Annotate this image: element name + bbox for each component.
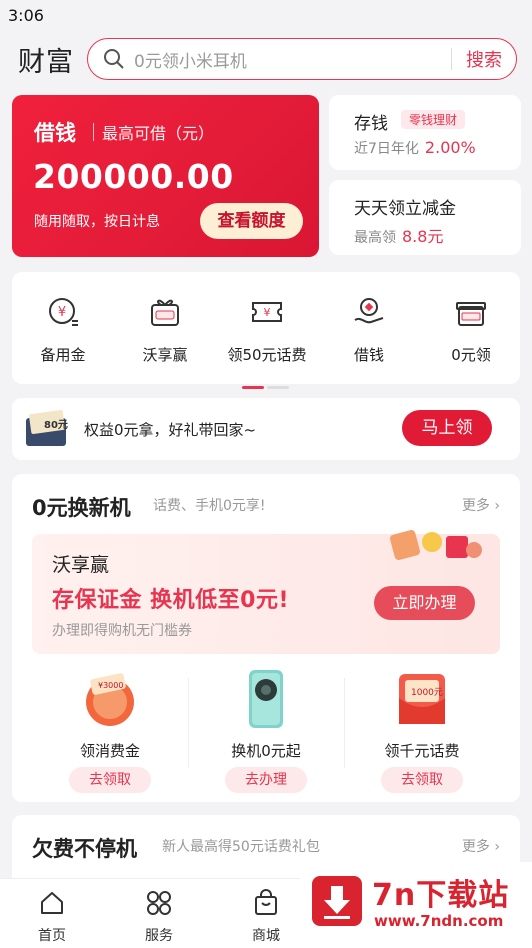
page-dot-active (242, 386, 264, 389)
grid-item-free-claim[interactable]: 0元领 (423, 294, 519, 365)
more-link[interactable]: 更多 › (462, 836, 500, 856)
promo-badge: 80元 (44, 419, 68, 431)
promo-text: 权益0元拿，好礼带回家~ (84, 421, 257, 439)
page-indicator (242, 374, 292, 393)
section-title: 0元换新机 (32, 496, 131, 520)
more-label: 更多 (461, 498, 490, 514)
deposit-card[interactable]: 存钱 零钱理财 近7日年化 2.00% (329, 95, 521, 170)
loan-subtitle: 最高可借（元） (102, 124, 215, 143)
voucher-card-icon: 80元 (26, 409, 68, 446)
woxiangying-banner[interactable]: 沃享赢 存保证金 换机低至0元! 办理即得购机无门槛券 立即办理 (32, 529, 500, 654)
gift-icon (456, 302, 486, 326)
voucher-icon: ¥3000 (86, 673, 134, 726)
claim-now-button[interactable]: 马上领 (402, 410, 492, 446)
yuan-coin-icon: ¥ (49, 298, 78, 326)
search-bar[interactable]: 0元领小米耳机 搜索 (87, 38, 517, 80)
offer-button[interactable]: 去领取 (69, 767, 151, 793)
offers-row: ¥3000 领消费金 去领取 换机0元起 去办理 1000元 领千元话费 去领取 (32, 668, 500, 793)
grid-item-label: 沃享赢 (142, 346, 188, 364)
discount-title: 天天领立减金 (354, 199, 456, 219)
watermark-logo (312, 876, 362, 926)
phone-icon (249, 670, 283, 728)
tab-mall[interactable]: 商城 (236, 889, 296, 945)
loan-amount: 200000.00 (33, 157, 234, 196)
phone-upgrade-section: 0元换新机 话费、手机0元享! 更多 › 沃享赢 存保证金 换机低至0元! 办理… (12, 474, 520, 802)
chevron-right-icon: › (494, 839, 500, 855)
header: 财富 0元领小米耳机 搜索 (0, 36, 532, 82)
section-subtitle: 话费、手机0元享! (153, 498, 266, 514)
tab-label: 首页 (38, 928, 66, 944)
grid-icon (147, 891, 171, 915)
watermark: 7n下载站 www.7ndn.com (300, 862, 532, 948)
loan-title: 借钱 (34, 121, 76, 145)
tab-label: 商城 (252, 928, 280, 944)
grid-item-label: 领50元话费 (227, 346, 307, 364)
watermark-name: 7n下载站 (372, 878, 510, 913)
grid-item-label: 借钱 (353, 346, 384, 364)
apply-now-button[interactable]: 立即办理 (374, 586, 475, 620)
offer-phone-credit[interactable]: 1000元 领千元话费 去领取 (344, 668, 500, 793)
search-input[interactable]: 0元领小米耳机 (134, 47, 451, 72)
red-envelope-icon: 1000元 (399, 674, 445, 724)
more-link[interactable]: 更多 › (462, 495, 500, 515)
loan-desc: 随用随取，按日计息 (34, 214, 160, 230)
offer-label: 领消费金 (79, 742, 140, 760)
promo-banner[interactable]: 80元 权益0元拿，好礼带回家~ 马上领 (12, 398, 520, 460)
offer-badge: 1000元 (411, 688, 443, 698)
deposit-sub: 近7日年化 2.00% (354, 138, 476, 158)
chevron-right-icon: › (494, 498, 500, 514)
discount-value: 8.8元 (402, 227, 444, 246)
watermark-url: www.7ndn.com (374, 912, 504, 930)
section-subtitle: 新人最高得50元话费礼包 (162, 839, 320, 855)
deposit-rate: 2.00% (424, 138, 476, 157)
grid-item-borrow[interactable]: 借钱 (321, 294, 417, 365)
page-title: 财富 (18, 46, 74, 78)
discount-card[interactable]: 天天领立减金 最高领 8.8元 (329, 180, 521, 255)
search-icon (104, 49, 124, 69)
banner-title: 沃享赢 (52, 554, 110, 576)
grid-item-woxiangying[interactable]: 沃享赢 (117, 294, 213, 365)
gifts-illustration-icon (389, 529, 482, 561)
deposit-title: 存钱 (354, 114, 388, 134)
grid-item-label: 备用金 (40, 346, 86, 364)
grid-item-phone-credit[interactable]: ¥ 领50元话费 (219, 294, 315, 365)
discount-sub: 最高领 8.8元 (354, 223, 443, 247)
loan-card[interactable]: 借钱 最高可借（元） 200000.00 随用随取，按日计息 查看额度 (12, 95, 319, 257)
banner-desc: 办理即得购机无门槛券 (52, 623, 192, 639)
gift-box-icon (151, 299, 179, 326)
check-limit-button[interactable]: 查看额度 (200, 203, 303, 239)
offer-consumer-credit[interactable]: ¥3000 领消费金 去领取 (32, 668, 188, 793)
section-title: 欠费不停机 (32, 837, 137, 861)
svg-text:¥: ¥ (58, 305, 66, 320)
deposit-tag: 零钱理财 (401, 110, 466, 129)
ticket-icon: ¥ (252, 302, 282, 322)
deposit-sub-label: 近7日年化 (354, 141, 419, 157)
hand-coin-icon (354, 298, 384, 324)
quick-grid: ¥ 备用金 沃享赢 ¥ 领50元话费 借钱 0元领 (12, 272, 520, 389)
search-button[interactable]: 搜索 (452, 46, 516, 72)
banner-headline: 存保证金 换机低至0元! (52, 588, 290, 613)
grid-item-label: 0元领 (451, 346, 491, 364)
offer-button[interactable]: 去领取 (381, 767, 463, 793)
offer-label: 领千元话费 (384, 742, 460, 760)
offer-label: 换机0元起 (231, 742, 301, 760)
offer-badge: ¥3000 (98, 681, 123, 690)
svg-text:¥: ¥ (264, 306, 271, 319)
tab-label: 服务 (145, 928, 173, 944)
download-arrow-icon (324, 886, 350, 919)
more-label: 更多 (461, 839, 490, 855)
offer-phone-trade-in[interactable]: 换机0元起 去办理 (188, 668, 344, 793)
discount-sub-label: 最高领 (354, 230, 396, 246)
status-time: 3:06 (8, 6, 44, 25)
tab-home[interactable]: 首页 (22, 889, 82, 945)
grid-item-spare-fund[interactable]: ¥ 备用金 (15, 294, 111, 365)
page-dot (267, 386, 289, 389)
offer-button[interactable]: 去办理 (225, 767, 307, 793)
shopping-bag-icon (255, 889, 277, 915)
tab-services[interactable]: 服务 (129, 889, 189, 945)
loan-title-divider (93, 123, 94, 141)
home-icon (41, 892, 63, 914)
